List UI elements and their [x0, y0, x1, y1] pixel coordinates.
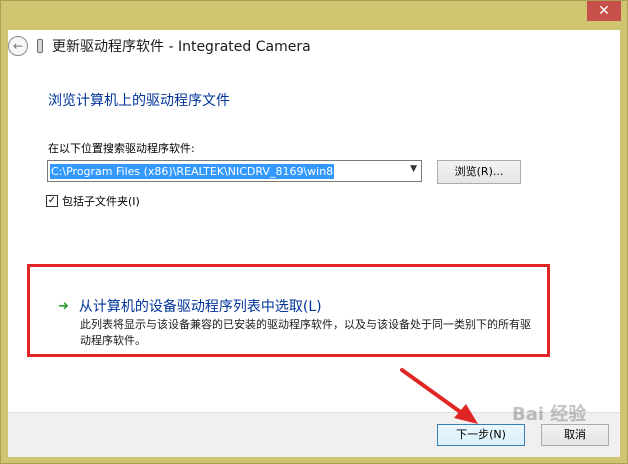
chevron-down-icon[interactable]: ▼ — [410, 164, 417, 174]
pick-from-list-title[interactable]: 从计算机的设备驱动程序列表中选取(L) — [79, 296, 322, 316]
close-button[interactable]: ✕ — [587, 1, 621, 21]
pick-from-list-link[interactable]: ➜ 从计算机的设备驱动程序列表中选取(L) — [58, 296, 322, 316]
include-subfolders-option[interactable]: ✓ 包括子文件夹(I) — [46, 193, 140, 209]
page-heading: 浏览计算机上的驱动程序文件 — [48, 93, 230, 109]
browse-button[interactable]: 浏览(R)... — [437, 160, 521, 184]
cancel-button[interactable]: 取消 — [541, 424, 609, 446]
dialog-title: 更新驱动程序软件 - Integrated Camera — [52, 39, 311, 55]
path-combobox[interactable]: C:\Program Files (x86)\REALTEK\NICDRV_81… — [47, 160, 422, 182]
path-input-value[interactable]: C:\Program Files (x86)\REALTEK\NICDRV_81… — [50, 163, 335, 179]
pick-from-list-description: 此列表将显示与该设备兼容的已安装的驱动程序软件，以及与该设备处于同一类别下的所有… — [80, 318, 531, 347]
device-icon — [37, 39, 43, 53]
back-button[interactable]: ← — [8, 36, 28, 56]
close-icon: ✕ — [598, 3, 610, 19]
next-button[interactable]: 下一步(N) — [437, 424, 525, 446]
include-subfolders-checkbox[interactable]: ✓ — [46, 195, 58, 207]
include-subfolders-label: 包括子文件夹(I) — [62, 195, 140, 208]
baidu-watermark: Bai 经验 — [512, 404, 587, 425]
dialog-header: ← 更新驱动程序软件 - Integrated Camera — [8, 32, 598, 60]
check-mark-icon: ✓ — [47, 195, 57, 206]
back-arrow-icon: ← — [12, 39, 24, 53]
green-arrow-icon: ➜ — [58, 298, 69, 314]
search-location-label: 在以下位置搜索驱动程序软件: — [48, 142, 195, 155]
